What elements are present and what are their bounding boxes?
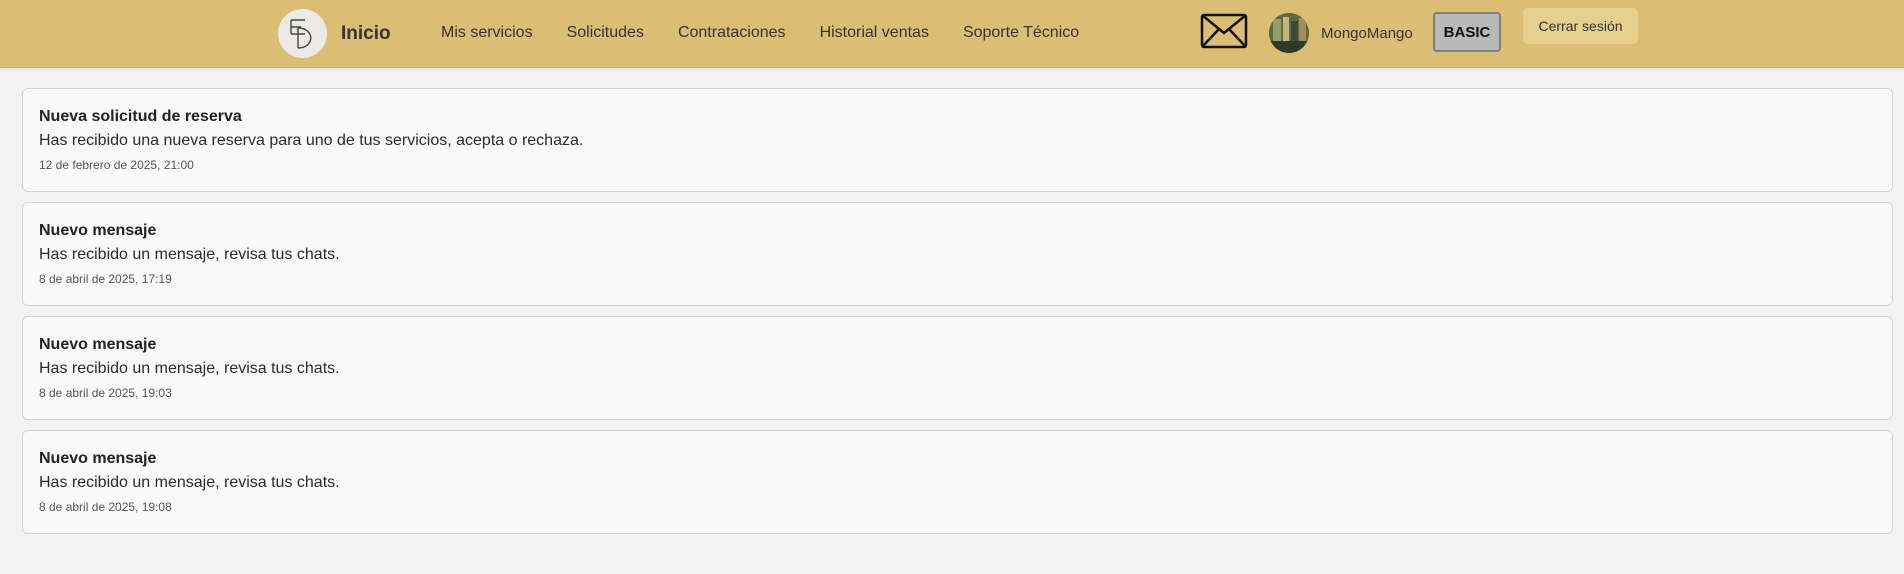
notification-message: Has recibido un mensaje, revisa tus chat… [39,246,340,263]
plan-badge[interactable]: BASIC [1433,12,1501,52]
notification-message: Has recibido un mensaje, revisa tus chat… [39,360,340,377]
notification-date: 8 de abril de 2025, 19:03 [39,386,172,400]
notification-card[interactable]: Nuevo mensaje Has recibido un mensaje, r… [22,430,1893,534]
notification-date: 12 de febrero de 2025, 21:00 [39,158,194,172]
logo-monogram-icon [289,18,311,49]
notification-message: Has recibido una nueva reserva para uno … [39,132,584,149]
top-navbar: Inicio Mis servicios Solicitudes Contrat… [0,0,1904,68]
nav-contrataciones[interactable]: Contrataciones [678,24,786,42]
brand-title[interactable]: Inicio [341,23,391,45]
notification-date: 8 de abril de 2025, 19:08 [39,500,172,514]
notification-title: Nuevo mensaje [39,336,157,353]
nav-solicitudes[interactable]: Solicitudes [567,24,644,42]
notification-date: 8 de abril de 2025, 17:19 [39,272,172,286]
user-name[interactable]: MongoMango [1321,25,1413,42]
nav-mis-servicios[interactable]: Mis servicios [441,24,533,42]
notification-card[interactable]: Nueva solicitud de reserva Has recibido … [22,88,1893,192]
brand[interactable]: Inicio [278,9,391,58]
notifications-list: Nueva solicitud de reserva Has recibido … [22,88,1893,544]
notification-title: Nuevo mensaje [39,450,157,467]
user-avatar[interactable] [1269,13,1309,53]
nav-historial-ventas[interactable]: Historial ventas [820,24,929,42]
logo[interactable] [278,9,327,58]
notification-title: Nuevo mensaje [39,222,157,239]
notification-card[interactable]: Nuevo mensaje Has recibido un mensaje, r… [22,202,1893,306]
notification-message: Has recibido un mensaje, revisa tus chat… [39,474,340,491]
notification-card[interactable]: Nuevo mensaje Has recibido un mensaje, r… [22,316,1893,420]
notification-title: Nueva solicitud de reserva [39,108,242,125]
envelope-icon[interactable] [1200,13,1248,54]
nav-soporte-tecnico[interactable]: Soporte Técnico [963,24,1079,42]
main-nav: Mis servicios Solicitudes Contrataciones… [441,24,1113,42]
logout-button[interactable]: Cerrar sesión [1523,8,1638,44]
